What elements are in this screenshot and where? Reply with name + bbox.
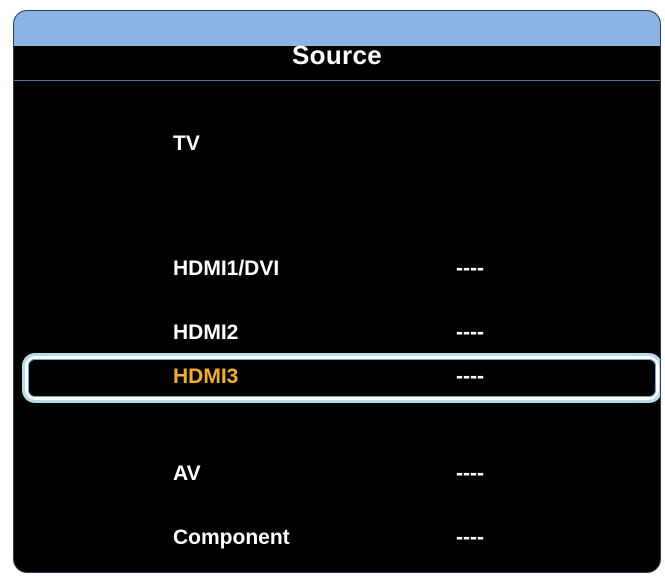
source-item-tv[interactable]: TV xyxy=(14,124,660,164)
source-status: ---- xyxy=(456,257,484,280)
source-item-av[interactable]: AV ---- xyxy=(14,454,660,494)
source-item-empty xyxy=(14,189,660,229)
source-label: AV xyxy=(173,462,201,485)
source-menu-panel: Source TV HDMI1/DVI ---- HDMI2 ---- HDMI… xyxy=(13,10,661,573)
source-status: ---- xyxy=(456,526,484,549)
source-label: HDMI1/DVI xyxy=(173,257,280,280)
title-divider xyxy=(14,80,660,81)
source-item-hdmi2[interactable]: HDMI2 ---- xyxy=(14,313,660,353)
source-item-hdmi3[interactable]: HDMI3 ---- xyxy=(14,357,660,397)
source-label: HDMI2 xyxy=(173,321,239,344)
source-status: ---- xyxy=(456,321,484,344)
source-status: ---- xyxy=(456,462,484,485)
menu-title: Source xyxy=(292,40,382,70)
source-label: Component xyxy=(173,526,290,549)
source-item-hdmi1-dvi[interactable]: HDMI1/DVI ---- xyxy=(14,249,660,289)
source-label: TV xyxy=(173,132,200,155)
source-status: ---- xyxy=(456,365,484,388)
source-item-component[interactable]: Component ---- xyxy=(14,518,660,558)
source-label-selected: HDMI3 xyxy=(173,365,239,388)
